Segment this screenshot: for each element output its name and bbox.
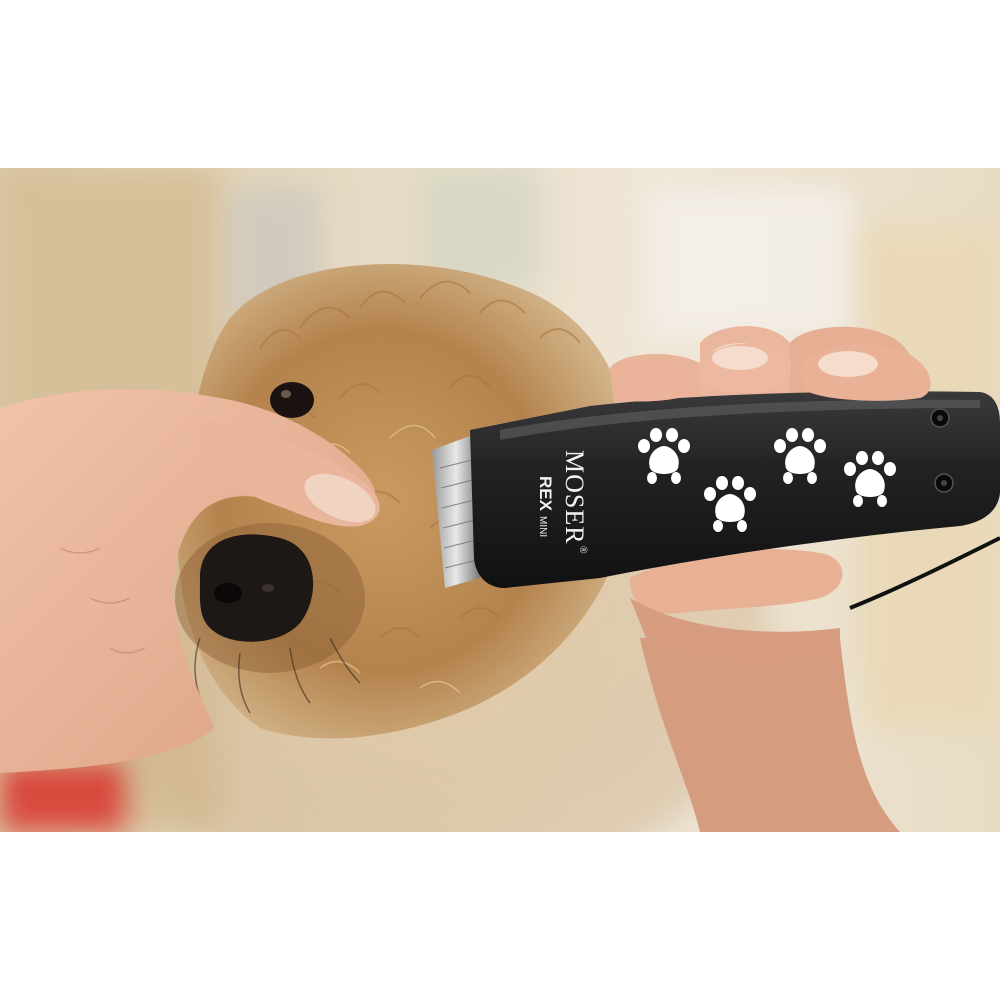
grooming-photo: MOSER ® REX MINI [0,168,1000,832]
clipper-brand: MOSER [560,450,589,545]
clipper-model-primary: REX [536,476,555,512]
photo-illustration: MOSER ® REX MINI [0,168,1000,832]
registered-mark: ® [577,546,588,555]
page: MOSER ® REX MINI [0,0,1000,1000]
clipper-model-secondary: MINI [537,516,548,537]
